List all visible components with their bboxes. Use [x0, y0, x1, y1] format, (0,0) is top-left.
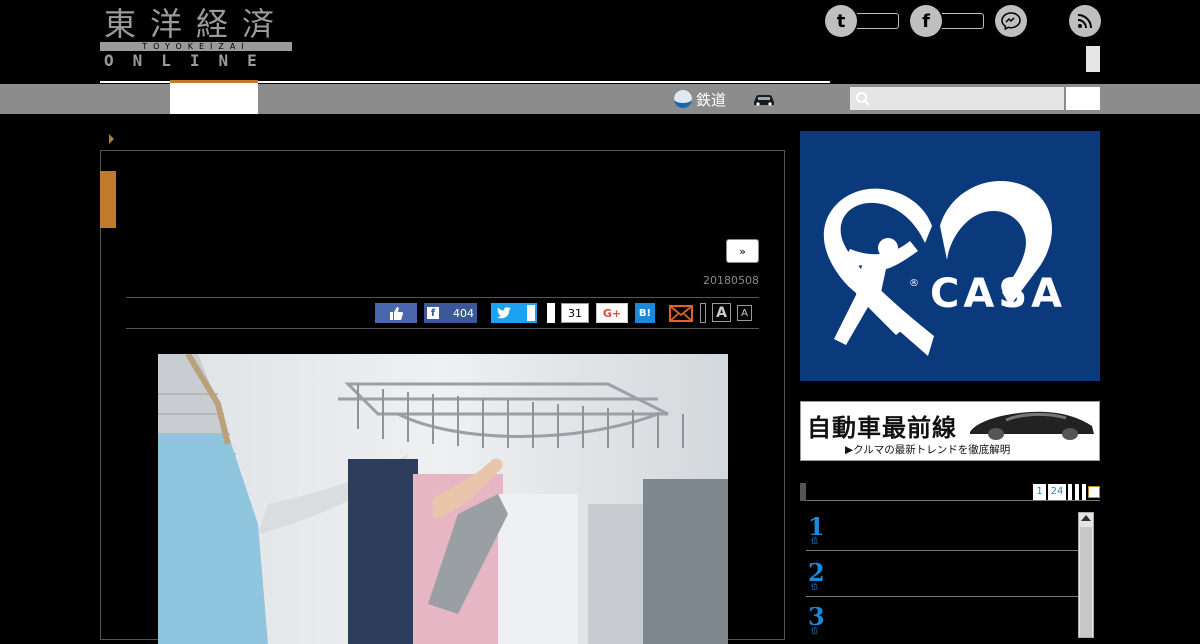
- rank-unit: 位: [811, 537, 818, 545]
- casa-heart-logo: ®: [823, 180, 1052, 356]
- font-size-small-button[interactable]: A: [737, 305, 752, 321]
- rss-icon[interactable]: [1069, 5, 1101, 37]
- facebook-share-button[interactable]: f 404: [424, 303, 477, 323]
- ranking-item[interactable]: 1 位: [806, 508, 1078, 551]
- ranking-tab-4[interactable]: [1075, 484, 1079, 500]
- mail-icon: [669, 304, 693, 322]
- twitter-icon: [497, 307, 511, 319]
- facebook-share-count: 404: [453, 306, 474, 320]
- share-divider: [700, 303, 706, 323]
- casa-ad-banner[interactable]: ® CASA: [800, 131, 1100, 381]
- googleplus-button[interactable]: G+: [596, 303, 628, 323]
- nav-tab-active[interactable]: [170, 80, 258, 114]
- ranking-tab-3[interactable]: [1068, 484, 1072, 500]
- facebook-icon[interactable]: f: [910, 5, 942, 37]
- ranking-tab-5[interactable]: [1082, 484, 1086, 500]
- comment-count[interactable]: 31: [561, 303, 589, 323]
- concept-car-image: [970, 411, 1094, 440]
- car-banner-title: 自動車最前線: [807, 414, 957, 442]
- tweet-button[interactable]: [491, 303, 537, 323]
- menu-button[interactable]: [1086, 46, 1100, 72]
- ranking-tab-24[interactable]: 24: [1048, 484, 1066, 500]
- search-button[interactable]: [1066, 87, 1100, 110]
- facebook-icon: f: [427, 307, 439, 319]
- scrollbar-thumb[interactable]: [1080, 527, 1092, 637]
- svg-text:®: ®: [909, 278, 919, 289]
- mail-button[interactable]: [668, 303, 694, 323]
- article-date: 20180508: [703, 274, 759, 287]
- facebook-count: [942, 13, 984, 29]
- ranking-header-marker: [800, 483, 806, 501]
- logo-romaji: TOYOKEIZAI: [100, 42, 292, 51]
- ranking-scrollbar[interactable]: [1078, 512, 1094, 638]
- scroll-up-icon[interactable]: [1081, 515, 1091, 521]
- car-frontline-banner[interactable]: 自動車最前線 ▶クルマの最新トレンドを徹底解明: [800, 401, 1100, 461]
- car-icon: [754, 95, 774, 106]
- thumbs-up-icon: [390, 306, 403, 320]
- hatena-bookmark-button[interactable]: B!: [635, 303, 655, 323]
- tweet-count-box: [527, 305, 535, 321]
- article-title-marker: [100, 171, 116, 228]
- ranking-item[interactable]: 2 位: [806, 554, 1078, 597]
- logo-online: ONLINE: [104, 51, 276, 70]
- twitter-share-group[interactable]: t: [825, 5, 899, 37]
- casa-ad-text: CASA: [930, 271, 1067, 317]
- share-bar-bottom-rule: [126, 328, 759, 329]
- ranking-tab-1[interactable]: 1: [1033, 484, 1046, 500]
- nav-item-label: 鉄道: [696, 90, 727, 109]
- search-icon: [856, 92, 870, 106]
- facebook-share-group[interactable]: f: [910, 5, 984, 37]
- twitter-count: [857, 13, 899, 29]
- nav-item-railway[interactable]: 鉄道: [674, 86, 726, 112]
- share-bar-top-rule: [126, 297, 759, 298]
- ranking-item[interactable]: 3 位: [806, 598, 1078, 641]
- next-page-button[interactable]: »: [726, 239, 759, 263]
- font-size-large-button[interactable]: A: [712, 303, 731, 322]
- car-banner-subtitle: ▶クルマの最新トレンドを徹底解明: [845, 444, 1011, 456]
- like-button[interactable]: [375, 303, 417, 323]
- article-main-image: [158, 354, 728, 644]
- nav-item-car[interactable]: [752, 86, 776, 112]
- site-logo[interactable]: 東洋経済 TOYOKEIZAI ONLINE: [100, 6, 292, 72]
- messenger-icon[interactable]: [995, 5, 1027, 37]
- rank-unit: 位: [811, 583, 818, 591]
- rank-unit: 位: [811, 627, 818, 635]
- ranking-tab-more[interactable]: [1088, 486, 1100, 498]
- twitter-icon[interactable]: t: [825, 5, 857, 37]
- comment-marker: [547, 303, 555, 323]
- ranking-list: 1 位 2 位 3 位: [806, 508, 1094, 638]
- logo-kanji: 東洋経済: [104, 5, 289, 43]
- search-input[interactable]: [850, 87, 1064, 110]
- breadcrumb-arrow-icon: [109, 134, 114, 144]
- train-icon: [674, 90, 692, 108]
